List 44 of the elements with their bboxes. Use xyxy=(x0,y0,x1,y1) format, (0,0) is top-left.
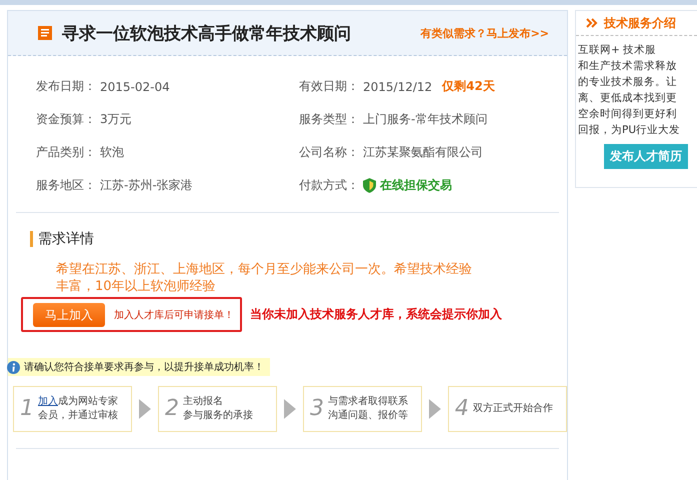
field-value: 2015-02-04 xyxy=(100,80,170,94)
arrow-icon xyxy=(139,398,151,418)
field-label: 公司名称： xyxy=(299,144,359,161)
section-heading: 需求详情 xyxy=(30,231,94,247)
field-value: 2015/12/12 xyxy=(363,80,432,94)
step-text: 双方正式开始合作 xyxy=(472,402,553,416)
field-label: 付款方式： xyxy=(299,177,359,194)
field-label: 有效日期： xyxy=(299,78,359,95)
field-value: 江苏某聚氨酯有限公司 xyxy=(363,144,483,161)
step-number: 1 xyxy=(20,396,34,421)
field-label: 发布日期： xyxy=(36,78,96,95)
field-label: 资金预算： xyxy=(36,111,96,128)
field-value: 在线担保交易 xyxy=(380,177,452,194)
description-text: 希望在江苏、浙江、上海地区，每个月至少能来公司一次。希望技术经验丰富，10年以上软泡师经验 xyxy=(56,261,473,295)
field-value: 软泡 xyxy=(100,144,124,161)
field-label: 服务类型： xyxy=(299,111,359,128)
sidebar-title: 技术服务介绍 xyxy=(604,14,676,32)
field-value: 3万元 xyxy=(100,111,132,128)
annotation-text: 当你未加入技术服务人才库，系统会提示你加入 xyxy=(250,306,502,323)
document-icon xyxy=(38,26,52,40)
shield-icon xyxy=(363,178,376,193)
chevron-icon xyxy=(586,18,598,28)
notice-text: 请确认您符合接单要求再参与，以提升接单成功机率！ xyxy=(24,360,264,374)
step-text: 与需求者取得联系 沟通问题、报价等 xyxy=(328,394,408,422)
field-value: 上门服务-常年技术顾问 xyxy=(363,111,488,128)
join-note: 加入人才库后可申请接单！ xyxy=(114,308,234,322)
page-title: 寻求一位软泡技术高手做常年技术顾问 xyxy=(62,22,352,44)
join-button[interactable]: 马上加入 xyxy=(33,302,105,326)
field-label: 服务地区： xyxy=(36,177,96,194)
step-text: 主动报名 参与服务的承接 xyxy=(182,394,253,422)
step-number: 3 xyxy=(310,396,324,421)
publish-resume-button[interactable]: 发布人才简历 xyxy=(604,144,688,169)
arrow-icon xyxy=(429,398,441,418)
info-icon xyxy=(7,360,20,374)
step-text: 加入成为网站专家 会员，并通过审核 xyxy=(38,394,118,422)
field-label: 产品类别： xyxy=(36,144,96,161)
days-left: 仅剩42天 xyxy=(442,78,495,95)
field-value: 江苏-苏州-张家港 xyxy=(100,177,193,194)
join-link[interactable]: 加入 xyxy=(38,396,58,406)
sidebar-text: 互联网+ 技术服 和生产技术需求释放 的专业技术服务。让 离、更低成本找到更 空余时间得到更好利 回报，为PU行业大发 xyxy=(578,43,682,138)
step-number: 2 xyxy=(164,396,179,421)
arrow-icon xyxy=(284,398,296,418)
publish-link[interactable]: 有类似需求？马上发布>> xyxy=(420,26,549,40)
step-number: 4 xyxy=(454,396,469,421)
